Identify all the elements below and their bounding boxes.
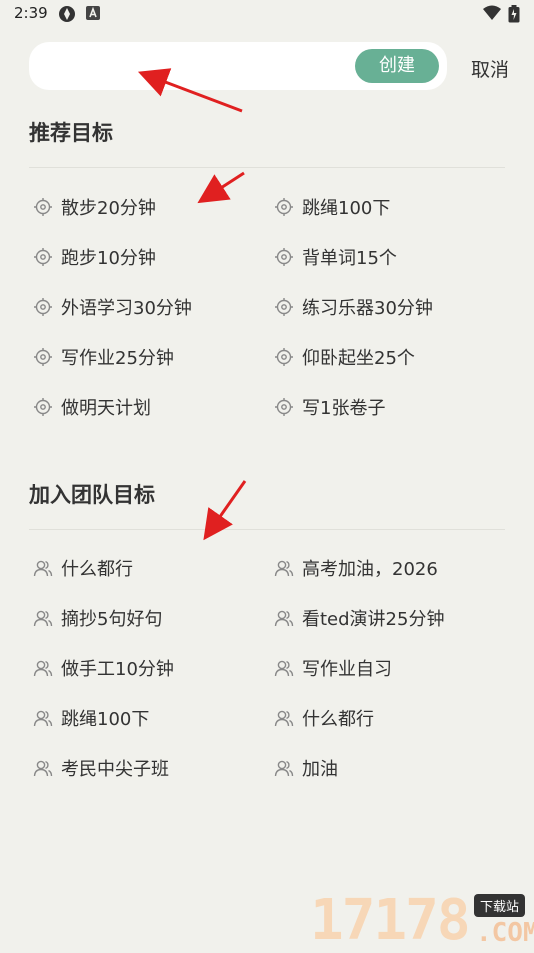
group-icon xyxy=(33,708,53,728)
recommended-goal-item[interactable]: 练习乐器30分钟 xyxy=(274,292,433,322)
recommended-goal-item[interactable]: 跳绳100下 xyxy=(274,192,390,222)
target-icon xyxy=(33,247,53,267)
group-icon xyxy=(33,658,53,678)
recommended-goal-item[interactable]: 背单词15个 xyxy=(274,242,397,272)
recommended-goal-label: 仰卧起坐25个 xyxy=(302,348,415,369)
team-goal-item[interactable]: 什么都行 xyxy=(274,703,374,733)
recommended-goals-title: 推荐目标 xyxy=(29,121,113,145)
target-icon xyxy=(274,397,294,417)
recommended-goal-label: 背单词15个 xyxy=(302,248,397,269)
team-goal-label: 什么都行 xyxy=(61,559,133,580)
watermark-logo: 17178 下载站 .COM xyxy=(308,888,534,953)
team-goal-label: 加油 xyxy=(302,759,338,780)
goal-input-box: 创建 xyxy=(29,42,447,90)
watermark-badge: 下载站 xyxy=(474,894,526,917)
team-goal-label: 写作业自习 xyxy=(302,659,392,680)
target-icon xyxy=(274,297,294,317)
team-goal-item[interactable]: 高考加油，2026 xyxy=(274,553,438,583)
team-goal-label: 摘抄5句好句 xyxy=(61,609,163,630)
cancel-button[interactable]: 取消 xyxy=(471,55,509,82)
recommended-goal-item[interactable]: 外语学习30分钟 xyxy=(33,292,192,322)
notification-a-icon xyxy=(86,5,100,25)
status-time: 2:39 xyxy=(14,4,48,22)
team-goal-item[interactable]: 加油 xyxy=(274,753,338,783)
status-bar: 2:39 xyxy=(0,0,534,28)
watermark-digits: 17178 xyxy=(310,888,471,953)
recommended-goal-label: 外语学习30分钟 xyxy=(61,298,192,319)
recommended-goal-label: 写1张卷子 xyxy=(302,398,386,419)
team-goal-item[interactable]: 跳绳100下 xyxy=(33,703,149,733)
target-icon xyxy=(274,347,294,367)
target-icon xyxy=(274,247,294,267)
recommended-goal-item[interactable]: 散步20分钟 xyxy=(33,192,156,222)
recommended-goal-item[interactable]: 做明天计划 xyxy=(33,392,151,422)
team-goal-item[interactable]: 摘抄5句好句 xyxy=(33,603,162,633)
recommended-goal-label: 跳绳100下 xyxy=(302,198,391,219)
wifi-icon xyxy=(482,5,502,25)
annotation-arrow-2 xyxy=(197,171,245,204)
recommended-goal-item[interactable]: 写1张卷子 xyxy=(274,392,385,422)
team-goal-label: 考民中尖子班 xyxy=(61,759,169,780)
recommended-goal-label: 跑步10分钟 xyxy=(61,248,156,269)
team-goal-item[interactable]: 什么都行 xyxy=(33,553,133,583)
recommended-goal-label: 练习乐器30分钟 xyxy=(302,298,433,319)
team-goal-label: 高考加油，2026 xyxy=(302,559,438,580)
target-icon xyxy=(33,347,53,367)
group-icon xyxy=(274,708,294,728)
target-icon xyxy=(274,197,294,217)
goal-name-input[interactable] xyxy=(45,50,359,84)
team-goal-label: 跳绳100下 xyxy=(61,709,150,730)
create-button[interactable]: 创建 xyxy=(355,49,439,83)
group-icon xyxy=(274,658,294,678)
recommended-goal-label: 做明天计划 xyxy=(61,398,151,419)
team-divider xyxy=(29,529,505,530)
recommended-goal-label: 散步20分钟 xyxy=(61,198,156,219)
group-icon xyxy=(33,608,53,628)
recommended-goal-item[interactable]: 写作业25分钟 xyxy=(33,342,174,372)
target-icon xyxy=(33,397,53,417)
team-goal-label: 做手工10分钟 xyxy=(61,659,174,680)
app-status-icon xyxy=(58,5,76,27)
team-goal-item[interactable]: 看ted演讲25分钟 xyxy=(274,603,444,633)
recommended-divider xyxy=(29,167,505,168)
team-goal-item[interactable]: 做手工10分钟 xyxy=(33,653,174,683)
target-icon xyxy=(33,197,53,217)
group-icon xyxy=(274,608,294,628)
recommended-goal-label: 写作业25分钟 xyxy=(61,348,174,369)
group-icon xyxy=(274,558,294,578)
annotation-arrow-3 xyxy=(203,480,247,541)
battery-icon xyxy=(508,5,520,27)
watermark-suffix: .COM xyxy=(476,918,534,948)
group-icon xyxy=(33,558,53,578)
recommended-goal-item[interactable]: 跑步10分钟 xyxy=(33,242,156,272)
team-goal-label: 看ted演讲25分钟 xyxy=(302,609,445,630)
group-icon xyxy=(33,758,53,778)
team-goals-title: 加入团队目标 xyxy=(29,483,155,507)
group-icon xyxy=(274,758,294,778)
recommended-goal-item[interactable]: 仰卧起坐25个 xyxy=(274,342,415,372)
team-goal-item[interactable]: 写作业自习 xyxy=(274,653,392,683)
team-goal-item[interactable]: 考民中尖子班 xyxy=(33,753,169,783)
target-icon xyxy=(33,297,53,317)
team-goal-label: 什么都行 xyxy=(302,709,374,730)
